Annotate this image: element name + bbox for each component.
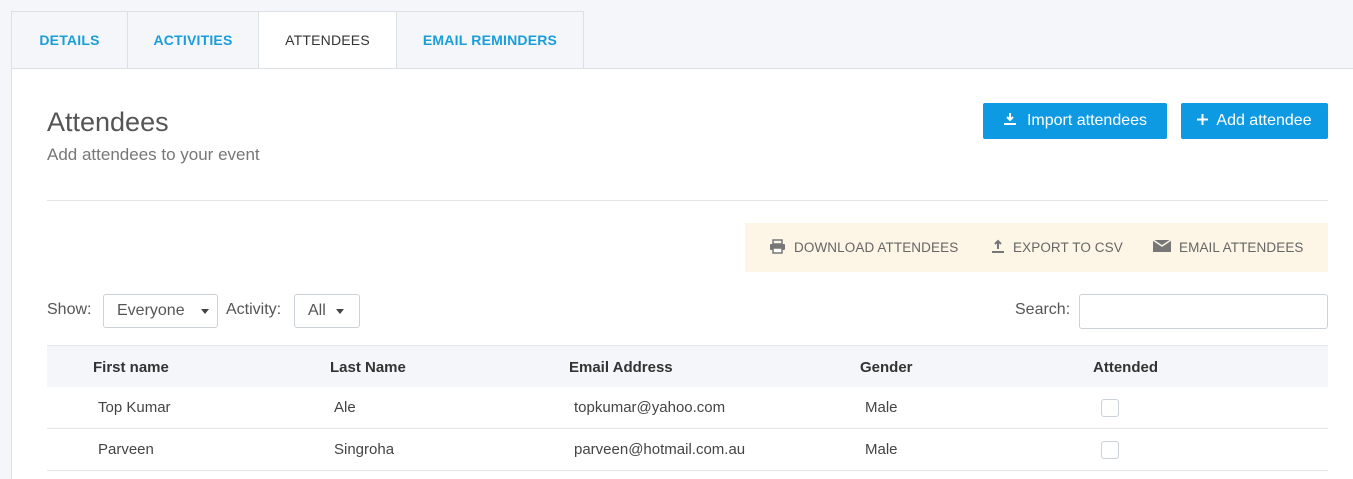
cell-last-name: Ale	[334, 399, 356, 416]
column-header-attended[interactable]: Attended	[1093, 359, 1158, 376]
download-icon	[1003, 112, 1017, 131]
cell-first-name: Parveen	[98, 441, 154, 458]
activity-label: Activity:	[226, 301, 282, 318]
attended-checkbox[interactable]	[1101, 441, 1119, 459]
show-dropdown[interactable]: Everyone	[103, 294, 218, 328]
show-value: Everyone	[117, 302, 185, 319]
show-label: Show:	[47, 301, 92, 318]
download-attendees-label: DOWNLOAD ATTENDEES	[794, 240, 959, 255]
page-title: Attendees	[47, 107, 169, 137]
import-attendees-label: Import attendees	[1026, 112, 1148, 129]
table-row: Parveen Singroha parveen@hotmail.com.au …	[47, 429, 1328, 471]
tab-email-reminders[interactable]: EMAIL REMINDERS	[396, 11, 584, 69]
email-attendees-action[interactable]: EMAIL ATTENDEES	[1152, 223, 1304, 272]
table-header: First name Last Name Email Address Gende…	[47, 345, 1328, 387]
activity-dropdown[interactable]: All	[294, 294, 360, 328]
cell-email: topkumar@yahoo.com	[574, 399, 726, 416]
cell-gender: Male	[865, 399, 898, 416]
chevron-down-icon	[335, 308, 344, 314]
cell-email: parveen@hotmail.com.au	[574, 441, 746, 458]
table-row: Top Kumar Ale topkumar@yahoo.com Male	[47, 387, 1328, 429]
upload-icon	[991, 239, 1005, 257]
tab-attendees[interactable]: ATTENDEES	[258, 11, 396, 69]
export-csv-action[interactable]: EXPORT TO CSV	[991, 223, 1123, 272]
tab-bar: DETAILS ACTIVITIES ATTENDEES EMAIL REMIN…	[11, 11, 584, 69]
column-header-first-name[interactable]: First name	[93, 359, 169, 376]
tab-activities[interactable]: ACTIVITIES	[127, 11, 258, 69]
divider	[47, 200, 1328, 201]
download-attendees-action[interactable]: DOWNLOAD ATTENDEES	[769, 223, 958, 272]
add-attendee-label: Add attendee	[1216, 112, 1312, 129]
tab-details[interactable]: DETAILS	[11, 11, 127, 69]
column-header-last-name[interactable]: Last Name	[330, 359, 406, 376]
attended-checkbox[interactable]	[1101, 399, 1119, 417]
email-attendees-label: EMAIL ATTENDEES	[1179, 240, 1304, 255]
page-subtitle: Add attendees to your event	[47, 145, 260, 164]
action-bar: DOWNLOAD ATTENDEES EXPORT TO CSV EMAIL A…	[745, 223, 1328, 272]
add-attendee-button[interactable]: Add attendee	[1181, 103, 1328, 139]
chevron-down-icon	[200, 308, 209, 314]
cell-gender: Male	[865, 441, 898, 458]
search-label: Search:	[1015, 301, 1071, 318]
cell-last-name: Singroha	[334, 441, 395, 458]
column-header-gender[interactable]: Gender	[860, 359, 913, 376]
export-csv-label: EXPORT TO CSV	[1013, 240, 1123, 255]
search-input[interactable]	[1079, 294, 1328, 329]
import-attendees-button[interactable]: Import attendees	[983, 103, 1167, 139]
printer-icon	[769, 238, 786, 257]
activity-value: All	[308, 302, 326, 319]
envelope-icon	[1152, 239, 1172, 255]
cell-first-name: Top Kumar	[98, 399, 171, 416]
attendees-panel: Attendees Add attendees to your event Im…	[11, 68, 1353, 479]
plus-icon	[1197, 112, 1209, 130]
column-header-email[interactable]: Email Address	[569, 359, 673, 376]
